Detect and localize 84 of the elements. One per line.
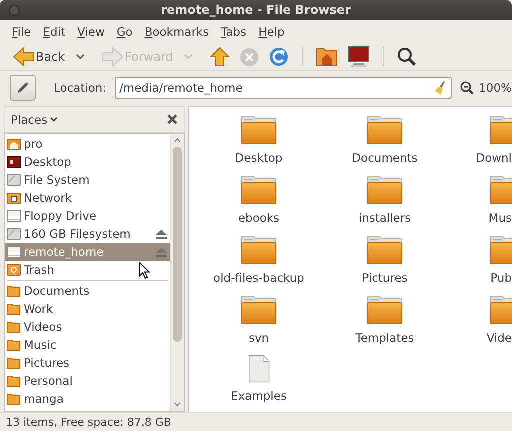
bookmark-item[interactable]: Personal (5, 372, 170, 390)
eject-icon[interactable] (155, 228, 168, 240)
monitor-icon (348, 46, 370, 68)
folder-item[interactable]: ebooks (196, 175, 322, 235)
folder-icon (241, 295, 277, 325)
folder-item[interactable]: Mus (448, 175, 512, 235)
sidebar-item[interactable]: Floppy Drive (5, 207, 170, 225)
scroll-up-icon[interactable] (174, 138, 181, 143)
bookmark-item[interactable]: Documents (5, 282, 170, 300)
bookmark-item[interactable]: Videos (5, 318, 170, 336)
folder-icon (367, 115, 403, 145)
menu-item[interactable]: Edit (37, 25, 72, 39)
menu-item[interactable]: View (72, 25, 111, 39)
folder-icon (367, 235, 403, 265)
close-icon[interactable] (167, 114, 178, 125)
menu-item[interactable]: Go (110, 25, 139, 39)
folder-item[interactable]: Downl (448, 115, 512, 175)
sidebar-item[interactable]: Network (5, 189, 170, 207)
document-icon (247, 355, 271, 383)
caret-icon (50, 117, 58, 122)
broom-icon[interactable] (435, 80, 448, 94)
menu-item[interactable]: File (6, 25, 38, 39)
folder-item[interactable]: Pictures (322, 235, 448, 295)
folder-icon (7, 375, 21, 387)
menu-item[interactable]: Help (252, 25, 291, 39)
sidebar-item[interactable]: 160 GB Filesystem (5, 225, 170, 243)
folder-item[interactable]: Templates (322, 295, 448, 355)
drive-icon (7, 246, 21, 258)
menu-item[interactable]: Bookmarks (138, 25, 216, 39)
document-item[interactable]: Examples (196, 355, 322, 412)
zoom-level: 100% (479, 80, 512, 94)
drive-icon (7, 174, 21, 186)
reload-icon (269, 47, 290, 67)
network-folder-icon (7, 192, 21, 204)
sidebar-item[interactable]: pro (5, 135, 170, 153)
folder-item[interactable]: old-files-backup (196, 235, 322, 295)
home-folder-icon (316, 47, 338, 67)
folder-icon (7, 393, 21, 405)
scroll-down-icon[interactable] (174, 402, 181, 407)
back-arrow-icon (13, 47, 35, 67)
folder-icon (7, 339, 21, 351)
scrollbar[interactable] (170, 134, 184, 411)
bookmark-item[interactable]: Pictures (5, 354, 170, 372)
folder-icon (7, 357, 21, 369)
drive-icon (7, 228, 21, 240)
folder-icon (367, 295, 403, 325)
trash-icon (7, 264, 21, 276)
folder-icon (367, 175, 403, 205)
folder-item[interactable]: Documents (322, 115, 448, 175)
menu-item[interactable]: Tabs (215, 25, 253, 39)
home-folder-icon (7, 138, 21, 150)
folder-icon (241, 175, 277, 205)
pencil-icon (16, 80, 30, 94)
bookmark-item[interactable]: Music (5, 336, 170, 354)
places-dropdown[interactable]: Places (11, 112, 58, 126)
mouse-cursor-icon (139, 262, 150, 279)
folder-item[interactable]: Desktop (196, 115, 322, 175)
desktop-icon (7, 156, 21, 168)
window-title: remote_home - File Browser (161, 3, 351, 17)
bookmark-item[interactable]: Work (5, 300, 170, 318)
stop-icon (240, 48, 260, 66)
folder-icon (7, 285, 21, 297)
folder-icon (7, 321, 21, 333)
folder-icon (241, 235, 277, 265)
drive-icon (7, 210, 21, 222)
sidebar-item[interactable]: Desktop (5, 153, 170, 171)
sidebar-item[interactable]: File System (5, 171, 170, 189)
zoom-out-icon[interactable] (460, 80, 474, 94)
sidebar-item[interactable]: Trash (5, 261, 170, 279)
folder-icon (7, 303, 21, 315)
back-button[interactable]: Back (10, 45, 68, 69)
edit-location-button[interactable] (10, 74, 36, 100)
location-field[interactable]: /media/remote_home (114, 76, 452, 98)
folder-item[interactable]: Vide (448, 295, 512, 355)
location-label: Location: (54, 80, 107, 94)
forward-arrow-icon (102, 47, 124, 67)
folder-icon (241, 115, 277, 145)
bookmark-item[interactable]: manga (5, 390, 170, 408)
up-arrow-icon (210, 47, 230, 67)
dropdown-caret-icon[interactable] (76, 54, 86, 60)
folder-item[interactable]: Pub (448, 235, 512, 295)
folder-item[interactable]: svn (196, 295, 322, 355)
status-text: 13 items, Free space: 87.8 GB (6, 416, 172, 428)
folder-item[interactable]: installers (322, 175, 448, 235)
